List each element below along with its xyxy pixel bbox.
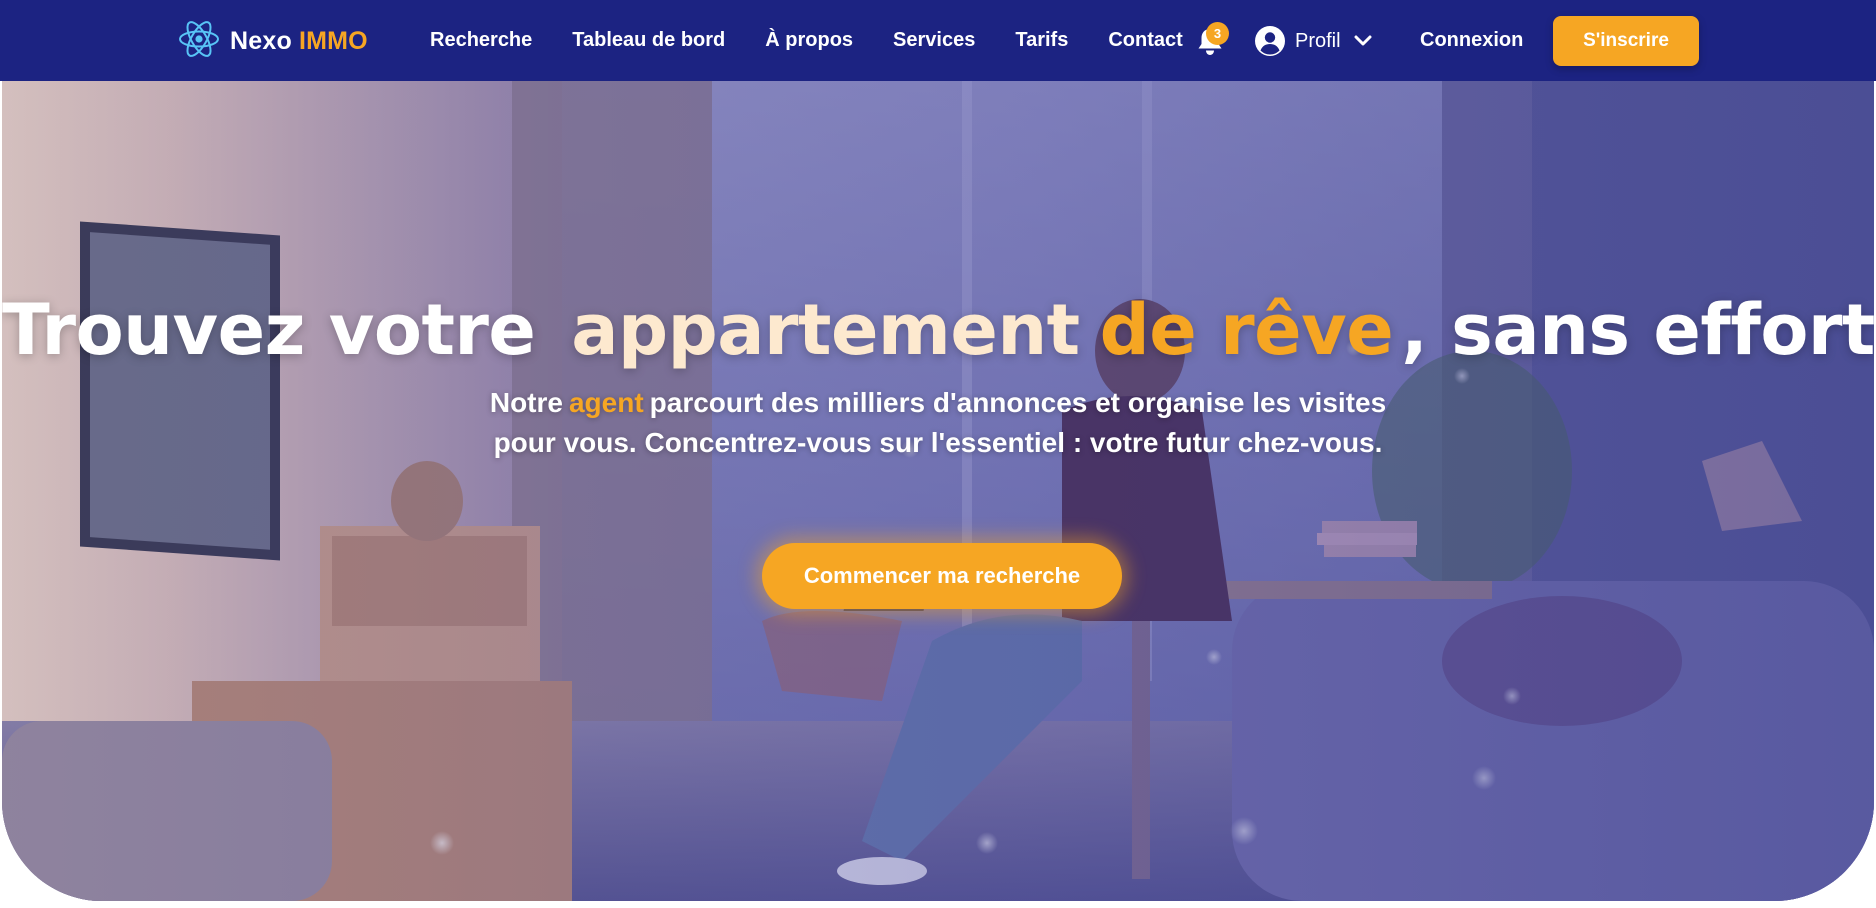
hero-subtitle: Notre agent parcourt des milliers d'annonc… bbox=[488, 383, 1388, 463]
hero-title-highlight-2: de rêve bbox=[1099, 289, 1394, 371]
nav-link-services[interactable]: Services bbox=[893, 29, 975, 52]
hero-title-end: , sans effort. bbox=[1401, 289, 1874, 371]
nav-link-tableau-de-bord[interactable]: Tableau de bord bbox=[572, 29, 725, 52]
hero-title-highlight-1: appartement bbox=[571, 289, 1080, 371]
nav-link-contact[interactable]: Contact bbox=[1108, 29, 1182, 52]
atom-icon bbox=[178, 18, 220, 65]
profile-label: Profil bbox=[1295, 29, 1341, 52]
notification-count-badge: 3 bbox=[1206, 22, 1229, 45]
chevron-down-icon bbox=[1354, 34, 1372, 48]
brand-name-main: Nexo bbox=[230, 26, 292, 55]
hero-section: Trouvez votre appartement de rêve, sans e… bbox=[2, 81, 1874, 901]
hero-title-start: Trouvez votre bbox=[2, 289, 536, 371]
nav-link-a-propos[interactable]: À propos bbox=[765, 29, 853, 52]
bell-icon bbox=[1196, 29, 1224, 61]
main-nav: Recherche Tableau de bord À propos Servi… bbox=[430, 0, 1183, 81]
hero-title: Trouvez votre appartement de rêve, sans e… bbox=[2, 289, 1874, 371]
hero-subtitle-start: Notre bbox=[489, 387, 563, 418]
nav-link-tarifs[interactable]: Tarifs bbox=[1015, 29, 1068, 52]
brand-logo[interactable]: Nexo IMMO bbox=[178, 20, 368, 62]
user-circle-icon bbox=[1254, 25, 1286, 57]
profile-menu[interactable]: Profil bbox=[1254, 24, 1372, 58]
brand-name-accent: IMMO bbox=[298, 26, 368, 55]
nav-link-recherche[interactable]: Recherche bbox=[430, 29, 532, 52]
start-search-button[interactable]: Commencer ma recherche bbox=[762, 543, 1122, 609]
brand-name: Nexo IMMO bbox=[230, 27, 368, 56]
hero-color-overlay bbox=[2, 81, 1874, 901]
hero-subtitle-highlight: agent bbox=[568, 387, 644, 418]
login-link[interactable]: Connexion bbox=[1420, 29, 1523, 52]
signup-button[interactable]: S'inscrire bbox=[1553, 16, 1699, 66]
top-navbar: Nexo IMMO Recherche Tableau de bord À pro… bbox=[0, 0, 1876, 81]
